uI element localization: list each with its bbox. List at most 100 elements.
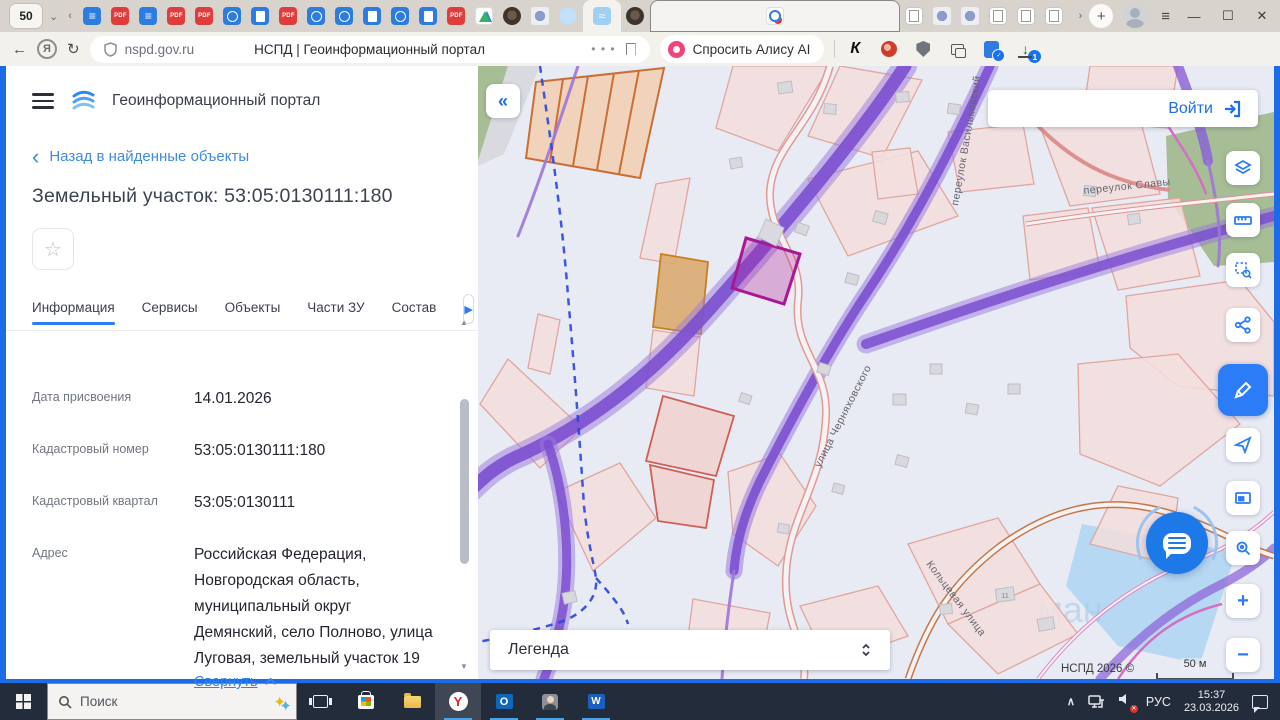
- browser-tab-pdf[interactable]: PDF: [163, 0, 190, 32]
- reload-button[interactable]: ↻: [67, 40, 80, 58]
- address-bar[interactable]: nspd.gov.ru НСПД | Геоинформационный пор…: [89, 35, 650, 63]
- chat-button[interactable]: [1146, 512, 1208, 574]
- window-minimize-button[interactable]: —: [1184, 9, 1204, 24]
- bookmark-icon[interactable]: [625, 42, 636, 56]
- browser-tab-page[interactable]: [1041, 0, 1068, 32]
- back-button[interactable]: ←: [12, 41, 27, 58]
- taskbar-clock[interactable]: 15:37 23.03.2026: [1184, 689, 1239, 715]
- layers-button[interactable]: [1226, 151, 1260, 185]
- panel-scrollbar[interactable]: ▲ ▼: [456, 318, 472, 671]
- network-icon[interactable]: [1088, 694, 1105, 709]
- locate-me-button[interactable]: [1226, 428, 1260, 462]
- field-label: Кадастровый квартал: [32, 494, 158, 508]
- browser-tab-page[interactable]: [1013, 0, 1040, 32]
- alice-button[interactable]: Спросить Алису AI: [659, 35, 825, 63]
- doc-check-extension-icon[interactable]: [981, 39, 1001, 59]
- legend-bar[interactable]: Легенда: [490, 630, 890, 670]
- area-search-button[interactable]: [1226, 253, 1260, 287]
- taskbar-app-file-explorer[interactable]: [389, 683, 435, 720]
- browser-tab-page[interactable]: [985, 0, 1012, 32]
- window-maximize-button[interactable]: ☐: [1218, 8, 1238, 24]
- browser-tab-eagle[interactable]: [929, 0, 956, 32]
- browser-tab-page[interactable]: [901, 0, 928, 32]
- browser-tab-pdf[interactable]: PDF: [443, 0, 470, 32]
- pdf-favicon: PDF: [279, 7, 298, 25]
- window-close-button[interactable]: ✕: [1252, 8, 1272, 24]
- browser-tab-eagle[interactable]: [1069, 0, 1072, 32]
- taskbar-app-task-view[interactable]: [297, 683, 343, 720]
- extensions-row: К ↓1: [845, 39, 1042, 63]
- tab-information[interactable]: Информация: [32, 300, 115, 325]
- login-bar[interactable]: Войти: [988, 90, 1258, 127]
- portal-menu-icon[interactable]: [32, 93, 54, 109]
- browser-tab-sail[interactable]: [471, 0, 498, 32]
- measure-button[interactable]: [1226, 203, 1260, 237]
- scroll-up-icon[interactable]: ▲: [460, 318, 468, 327]
- kinopoisk-extension-icon[interactable]: К: [845, 39, 865, 59]
- tab-counter-dropdown-icon[interactable]: ⌄: [46, 10, 61, 23]
- feedback-tool-button[interactable]: [1218, 364, 1268, 416]
- browser-tab-pdf[interactable]: PDF: [191, 0, 218, 32]
- address-more-icon[interactable]: • • •: [591, 42, 615, 56]
- yandex-home-icon[interactable]: Я: [37, 39, 57, 59]
- back-to-results-link[interactable]: ‹ Назад в найденные объекты: [32, 145, 478, 167]
- browser-tab-pageblue[interactable]: [415, 0, 442, 32]
- browser-menu-icon[interactable]: ≡: [1161, 8, 1170, 25]
- browser-tab-monkey[interactable]: [499, 0, 526, 32]
- tab-objects[interactable]: Объекты: [225, 300, 281, 325]
- taskbar-app-yandex-browser[interactable]: Y: [435, 683, 481, 720]
- browser-tab-eagle[interactable]: [527, 0, 554, 32]
- browser-tab-appblue[interactable]: [303, 0, 330, 32]
- browser-tab-docblue[interactable]: [135, 0, 162, 32]
- browser-tab-pdf[interactable]: PDF: [107, 0, 134, 32]
- browser-tab-search[interactable]: [649, 0, 900, 32]
- browser-tab-docblue[interactable]: [79, 0, 106, 32]
- share-button[interactable]: [1226, 308, 1260, 342]
- coordinate-search-button[interactable]: [1226, 531, 1260, 565]
- tab-counter[interactable]: 50: [10, 4, 42, 28]
- pageblue-favicon: [363, 7, 382, 25]
- taskbar-app-people-app[interactable]: [527, 683, 573, 720]
- tab-services[interactable]: Сервисы: [142, 300, 198, 325]
- taskbar-app-outlook[interactable]: O: [481, 683, 527, 720]
- language-indicator[interactable]: РУС: [1146, 695, 1171, 709]
- downloads-icon[interactable]: ↓ 1: [1015, 39, 1042, 63]
- browser-tab-pageblue[interactable]: [359, 0, 386, 32]
- collapse-panel-button[interactable]: «: [486, 84, 520, 118]
- scroll-tabs-left-icon[interactable]: ‹: [65, 10, 75, 22]
- volume-muted-icon[interactable]: ✕: [1118, 692, 1138, 713]
- tab-parts[interactable]: Части ЗУ: [307, 300, 364, 325]
- zoom-in-button[interactable]: +: [1226, 584, 1260, 618]
- browser-tab-eagle[interactable]: [957, 0, 984, 32]
- favorite-star-button[interactable]: ☆: [32, 228, 74, 270]
- browser-tab-appblue[interactable]: [387, 0, 414, 32]
- site-security-icon[interactable]: [103, 41, 117, 57]
- minimap-button[interactable]: [1226, 481, 1260, 515]
- hidden-icons-chevron[interactable]: ∧: [1067, 695, 1075, 708]
- field-row: Кадастровый квартал 53:05:0130111: [32, 477, 438, 529]
- new-tab-button[interactable]: +: [1089, 4, 1114, 28]
- browser-tab-pdf[interactable]: PDF: [275, 0, 302, 32]
- scroll-down-icon[interactable]: ▼: [460, 662, 468, 671]
- tabs-extension-icon[interactable]: [947, 39, 967, 59]
- red-extension-icon[interactable]: [879, 39, 899, 59]
- collapse-address-link[interactable]: Свернуть: [194, 674, 276, 690]
- shield-extension-icon[interactable]: [913, 39, 933, 59]
- pageblue-favicon: [419, 7, 438, 25]
- scroll-tabs-right-icon[interactable]: ›: [1076, 10, 1086, 22]
- browser-tab-active[interactable]: [582, 0, 621, 32]
- taskbar-app-word[interactable]: W: [573, 683, 619, 720]
- profile-avatar[interactable]: [1123, 4, 1148, 28]
- browser-tab-monkey[interactable]: [622, 0, 649, 32]
- tab-composition[interactable]: Состав: [392, 300, 437, 325]
- taskbar-app-store[interactable]: [343, 683, 389, 720]
- expand-collapse-icon[interactable]: [858, 640, 874, 660]
- browser-tab-appblue[interactable]: [331, 0, 358, 32]
- scrollbar-thumb[interactable]: [459, 399, 469, 564]
- browser-tab-appblue[interactable]: [219, 0, 246, 32]
- pdf-favicon: PDF: [195, 7, 214, 25]
- map-viewport[interactable]: ман 11 улица Черняховского переулок Слав…: [478, 66, 1274, 679]
- notification-center-icon[interactable]: [1252, 694, 1268, 713]
- browser-tab-pageblue[interactable]: [247, 0, 274, 32]
- browser-tab-dot[interactable]: [555, 0, 582, 32]
